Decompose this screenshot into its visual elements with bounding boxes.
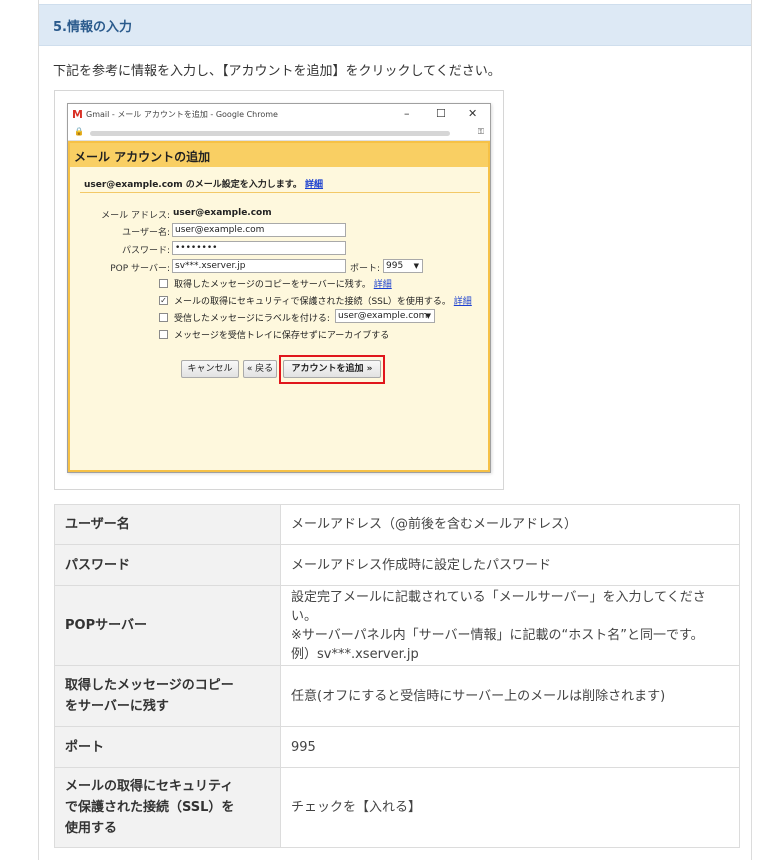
keep-copy-text: 取得したメッセージのコピーをサーバーに残す。 — [174, 280, 371, 290]
label-select[interactable]: user@example.com ▼ — [335, 309, 435, 323]
subtitle-text: user@example.com のメール設定を入力します。 — [84, 180, 302, 190]
dialog-divider — [80, 192, 480, 193]
window-titlebar: M Gmail - メール アカウントを追加 - Google Chrome –… — [68, 104, 490, 126]
port-select[interactable]: 995 ▼ — [383, 259, 423, 273]
row-value: チェックを【入れる】 — [280, 767, 740, 848]
label-line: メールの取得にセキュリティ — [65, 779, 234, 794]
chevron-down-icon: ▼ — [425, 312, 431, 320]
row-value: 任意(オフにすると受信時にサーバー上のメールは削除されます) — [280, 665, 740, 727]
email-label: メール アドレス: — [101, 211, 170, 221]
label-line: をサーバーに残す — [65, 699, 169, 714]
details-link[interactable]: 詳細 — [305, 180, 323, 190]
dialog-title: メール アカウントの追加 — [74, 150, 211, 164]
key-icon: ⚿ — [477, 127, 484, 136]
keep-copy-details-link[interactable]: 詳細 — [374, 280, 392, 290]
minimize-icon[interactable]: – — [404, 107, 410, 120]
label-line: で保護された接続（SSL）を — [65, 800, 235, 815]
table-row: ポート 995 — [54, 726, 740, 768]
pop-server-label: POP サーバー: — [110, 264, 170, 274]
row-label: 取得したメッセージのコピー をサーバーに残す — [54, 665, 281, 727]
label-line: 取得したメッセージのコピー — [65, 678, 234, 693]
username-label: ユーザー名: — [122, 228, 170, 238]
ssl-details-link[interactable]: 詳細 — [454, 297, 472, 307]
ssl-label: メールの取得にセキュリティで保護された接続（SSL）を使用する。 詳細 — [174, 294, 472, 307]
value-line: 設定完了メールに記載されている「メールサーバー」を入力してください。 — [291, 589, 706, 624]
row-value: 995 — [280, 726, 740, 768]
label-line: 使用する — [65, 821, 118, 836]
row-label: パスワード — [54, 544, 281, 586]
chevron-down-icon: ▼ — [413, 262, 419, 270]
archive-label: メッセージを受信トレイに保存せずにアーカイブする — [174, 331, 390, 341]
label-option-text: 受信したメッセージにラベルを付ける: — [174, 314, 330, 324]
add-account-dialog: メール アカウントの追加 user@example.com のメール設定を入力し… — [68, 141, 490, 472]
row-label: ユーザー名 — [54, 504, 281, 545]
table-row: ユーザー名 メールアドレス（@前後を含むメールアドレス） — [54, 504, 740, 545]
pop-server-input[interactable]: sv***.xserver.jp — [172, 259, 346, 273]
row-label: メールの取得にセキュリティ で保護された接続（SSL）を 使用する — [54, 767, 281, 848]
row-value: 設定完了メールに記載されている「メールサーバー」を入力してください。 ※サーバー… — [280, 585, 740, 666]
cancel-button[interactable]: キャンセル — [181, 360, 239, 378]
keep-copy-checkbox[interactable] — [159, 279, 168, 288]
value-line: 例）sv***.xserver.jp — [291, 646, 419, 662]
section-header: 5.情報の入力 — [39, 4, 751, 46]
table-row: POPサーバー 設定完了メールに記載されている「メールサーバー」を入力してくださ… — [54, 585, 740, 666]
username-input[interactable]: user@example.com — [172, 223, 346, 237]
screenshot-frame: M Gmail - メール アカウントを追加 - Google Chrome –… — [54, 90, 504, 490]
section-title: 5.情報の入力 — [53, 20, 132, 35]
archive-checkbox[interactable] — [159, 330, 168, 339]
gmail-icon: M — [72, 108, 83, 121]
keep-copy-label: 取得したメッセージのコピーをサーバーに残す。 詳細 — [174, 277, 392, 290]
lock-icon: 🔒 — [74, 127, 84, 136]
blurred-url — [90, 131, 450, 136]
ssl-checkbox[interactable]: ✓ — [159, 296, 168, 305]
table-row: 取得したメッセージのコピー をサーバーに残す 任意(オフにすると受信時にサーバー… — [54, 665, 740, 727]
row-label: POPサーバー — [54, 585, 281, 666]
browser-window: M Gmail - メール アカウントを追加 - Google Chrome –… — [67, 103, 491, 473]
password-input[interactable]: •••••••• — [172, 241, 346, 255]
port-value: 995 — [386, 261, 404, 271]
address-bar[interactable]: 🔒 ⚿ — [68, 126, 490, 141]
dialog-header: メール アカウントの追加 — [70, 143, 488, 167]
maximize-icon[interactable]: ☐ — [436, 107, 446, 120]
dialog-subtitle: user@example.com のメール設定を入力します。 詳細 — [84, 177, 323, 190]
table-row: メールの取得にセキュリティ で保護された接続（SSL）を 使用する チェックを【… — [54, 767, 740, 848]
intro-text: 下記を参考に情報を入力し、【アカウントを追加】をクリックしてください。 — [53, 64, 501, 79]
label-select-value: user@example.com — [338, 311, 428, 321]
password-label: パスワード: — [121, 246, 170, 256]
label-checkbox[interactable] — [159, 313, 168, 322]
content-panel: 5.情報の入力 下記を参考に情報を入力し、【アカウントを追加】をクリックしてくだ… — [38, 0, 752, 860]
close-icon[interactable]: ✕ — [468, 107, 477, 120]
row-label: ポート — [54, 726, 281, 768]
settings-table: ユーザー名 メールアドレス（@前後を含むメールアドレス） パスワード メールアド… — [54, 504, 740, 848]
row-value: メールアドレス作成時に設定したパスワード — [280, 544, 740, 586]
port-label: ポート: — [349, 264, 380, 274]
table-row: パスワード メールアドレス作成時に設定したパスワード — [54, 544, 740, 586]
ssl-text: メールの取得にセキュリティで保護された接続（SSL）を使用する。 — [174, 297, 451, 307]
window-title: Gmail - メール アカウントを追加 - Google Chrome — [86, 110, 278, 119]
add-account-button[interactable]: アカウントを追加 » — [283, 360, 381, 378]
value-line: ※サーバーパネル内「サーバー情報」に記載の“ホスト名”と同一です。 — [291, 627, 704, 643]
back-button[interactable]: « 戻る — [243, 360, 277, 378]
row-value: メールアドレス（@前後を含むメールアドレス） — [280, 504, 740, 545]
email-value: user@example.com — [173, 208, 272, 218]
